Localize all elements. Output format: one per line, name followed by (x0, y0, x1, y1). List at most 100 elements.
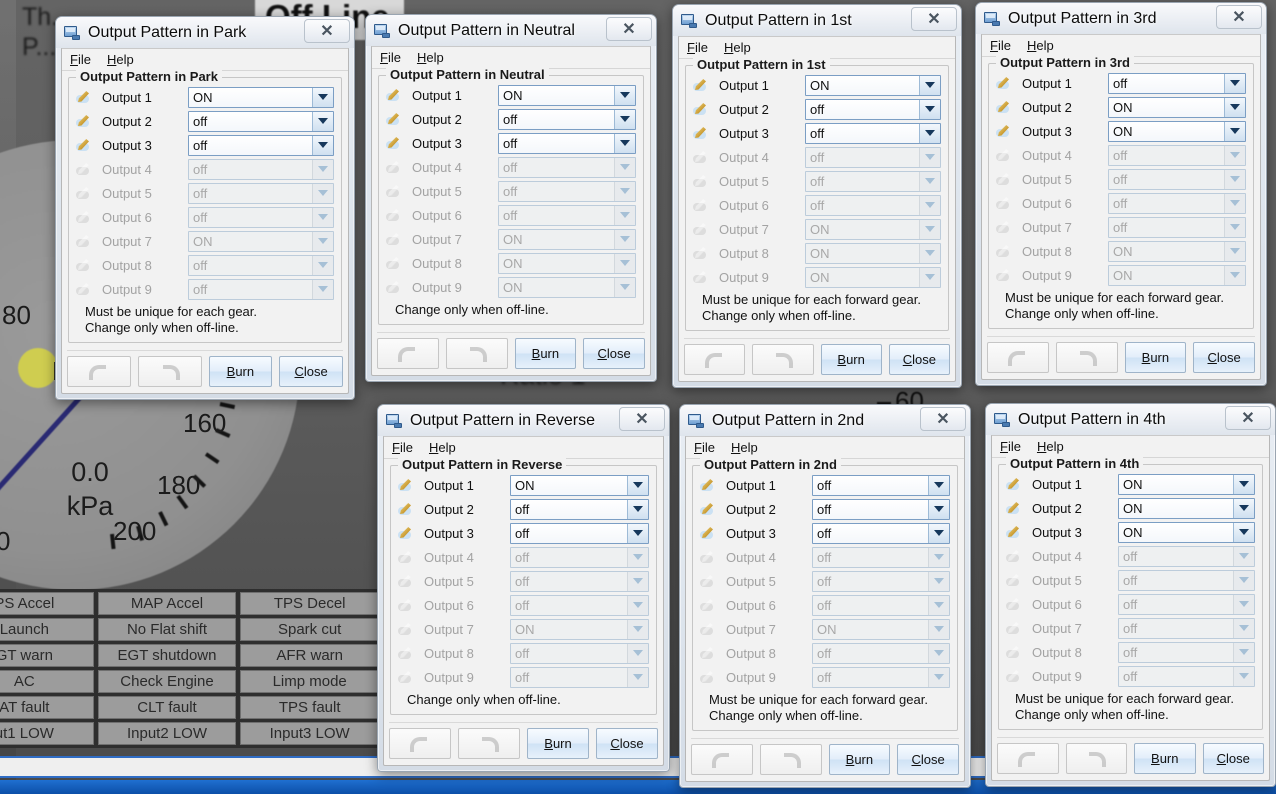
undo-button[interactable] (987, 342, 1049, 373)
title-bar[interactable]: Output Pattern in 1st✕ (673, 5, 961, 36)
chevron-down-icon[interactable] (312, 88, 333, 107)
title-bar[interactable]: Output Pattern in 2nd✕ (680, 405, 970, 436)
menu-item-file[interactable]: File (1000, 439, 1021, 454)
undo-button[interactable] (67, 356, 131, 387)
indicator-cell[interactable]: AT fault (0, 696, 94, 719)
chevron-down-icon[interactable] (1233, 523, 1254, 542)
redo-button[interactable] (1056, 342, 1118, 373)
indicator-cell[interactable]: Input2 LOW (98, 722, 237, 745)
redo-button[interactable] (446, 338, 508, 369)
chevron-down-icon[interactable] (614, 110, 635, 129)
undo-button[interactable] (389, 728, 451, 759)
indicator-cell[interactable]: Input3 LOW (240, 722, 379, 745)
redo-button[interactable] (752, 344, 813, 375)
output-select-2[interactable]: ON (1118, 498, 1255, 519)
indicator-cell[interactable]: TPS Decel (240, 592, 379, 615)
indicator-cell[interactable]: Check Engine (98, 670, 237, 693)
close-dialog-button[interactable]: Close (897, 744, 959, 775)
indicator-cell[interactable]: AC (0, 670, 94, 693)
chevron-down-icon[interactable] (919, 76, 940, 95)
burn-button[interactable]: Burn (1134, 743, 1196, 774)
menu-item-file[interactable]: File (380, 50, 401, 65)
output-select-3[interactable]: off (805, 123, 941, 144)
chevron-down-icon[interactable] (312, 112, 333, 131)
close-button[interactable]: ✕ (619, 407, 665, 431)
output-select-1[interactable]: ON (1118, 474, 1255, 495)
indicator-cell[interactable]: MAP Accel (98, 592, 237, 615)
menu-item-file[interactable]: File (687, 40, 708, 55)
burn-button[interactable]: Burn (515, 338, 577, 369)
menu-item-help[interactable]: Help (417, 50, 444, 65)
chevron-down-icon[interactable] (1233, 499, 1254, 518)
close-dialog-button[interactable]: Close (889, 344, 950, 375)
close-button[interactable]: ✕ (606, 17, 652, 41)
close-dialog-button[interactable]: Close (596, 728, 658, 759)
close-dialog-button[interactable]: Close (1203, 743, 1265, 774)
output-select-3[interactable]: off (812, 523, 950, 544)
output-select-3[interactable]: ON (1118, 522, 1255, 543)
output-select-1[interactable]: off (1108, 73, 1246, 94)
indicator-cell[interactable]: ut1 LOW (0, 722, 94, 745)
title-bar[interactable]: Output Pattern in Neutral✕ (366, 15, 656, 46)
undo-button[interactable] (684, 344, 745, 375)
undo-button[interactable] (691, 744, 753, 775)
close-button[interactable]: ✕ (304, 19, 350, 43)
indicator-cell[interactable]: No Flat shift (98, 618, 237, 641)
output-select-3[interactable]: off (510, 523, 649, 544)
close-button[interactable]: ✕ (1225, 406, 1271, 430)
output-select-1[interactable]: ON (188, 87, 334, 108)
output-select-1[interactable]: ON (510, 475, 649, 496)
output-select-2[interactable]: off (188, 111, 334, 132)
chevron-down-icon[interactable] (627, 500, 648, 519)
output-select-3[interactable]: off (498, 133, 636, 154)
redo-button[interactable] (138, 356, 202, 387)
indicator-cell[interactable]: GT warn (0, 644, 94, 667)
chevron-down-icon[interactable] (614, 86, 635, 105)
menu-item-help[interactable]: Help (429, 440, 456, 455)
burn-button[interactable]: Burn (527, 728, 589, 759)
menu-item-help[interactable]: Help (1037, 439, 1064, 454)
indicator-cell[interactable]: EGT shutdown (98, 644, 237, 667)
chevron-down-icon[interactable] (928, 524, 949, 543)
output-select-2[interactable]: off (510, 499, 649, 520)
indicator-cell[interactable]: Limp mode (240, 670, 379, 693)
chevron-down-icon[interactable] (928, 476, 949, 495)
close-button[interactable]: ✕ (911, 7, 957, 31)
indicator-cell[interactable]: TPS fault (240, 696, 379, 719)
chevron-down-icon[interactable] (1224, 122, 1245, 141)
menu-item-help[interactable]: Help (107, 52, 134, 67)
menu-item-help[interactable]: Help (724, 40, 751, 55)
menu-item-file[interactable]: File (694, 440, 715, 455)
redo-button[interactable] (1066, 743, 1128, 774)
close-button[interactable]: ✕ (1216, 5, 1262, 29)
chevron-down-icon[interactable] (919, 100, 940, 119)
burn-button[interactable]: Burn (1125, 342, 1187, 373)
title-bar[interactable]: Output Pattern in Reverse✕ (378, 405, 669, 436)
output-select-2[interactable]: off (498, 109, 636, 130)
chevron-down-icon[interactable] (614, 134, 635, 153)
indicator-cell[interactable]: Launch (0, 618, 94, 641)
output-select-2[interactable]: off (805, 99, 941, 120)
indicator-cell[interactable]: CLT fault (98, 696, 237, 719)
indicator-cell[interactable]: PS Accel (0, 592, 94, 615)
menu-item-file[interactable]: File (70, 52, 91, 67)
chevron-down-icon[interactable] (312, 136, 333, 155)
redo-button[interactable] (760, 744, 822, 775)
undo-button[interactable] (997, 743, 1059, 774)
burn-button[interactable]: Burn (829, 744, 891, 775)
close-dialog-button[interactable]: Close (583, 338, 645, 369)
output-select-1[interactable]: ON (805, 75, 941, 96)
indicator-cell[interactable]: AFR warn (240, 644, 379, 667)
chevron-down-icon[interactable] (1233, 475, 1254, 494)
output-select-3[interactable]: ON (1108, 121, 1246, 142)
indicator-cell[interactable]: Spark cut (240, 618, 379, 641)
undo-button[interactable] (377, 338, 439, 369)
title-bar[interactable]: Output Pattern in Park✕ (56, 17, 354, 48)
chevron-down-icon[interactable] (919, 124, 940, 143)
chevron-down-icon[interactable] (1224, 98, 1245, 117)
close-button[interactable]: ✕ (920, 407, 966, 431)
chevron-down-icon[interactable] (627, 524, 648, 543)
menu-item-file[interactable]: File (392, 440, 413, 455)
redo-button[interactable] (458, 728, 520, 759)
close-dialog-button[interactable]: Close (279, 356, 343, 387)
